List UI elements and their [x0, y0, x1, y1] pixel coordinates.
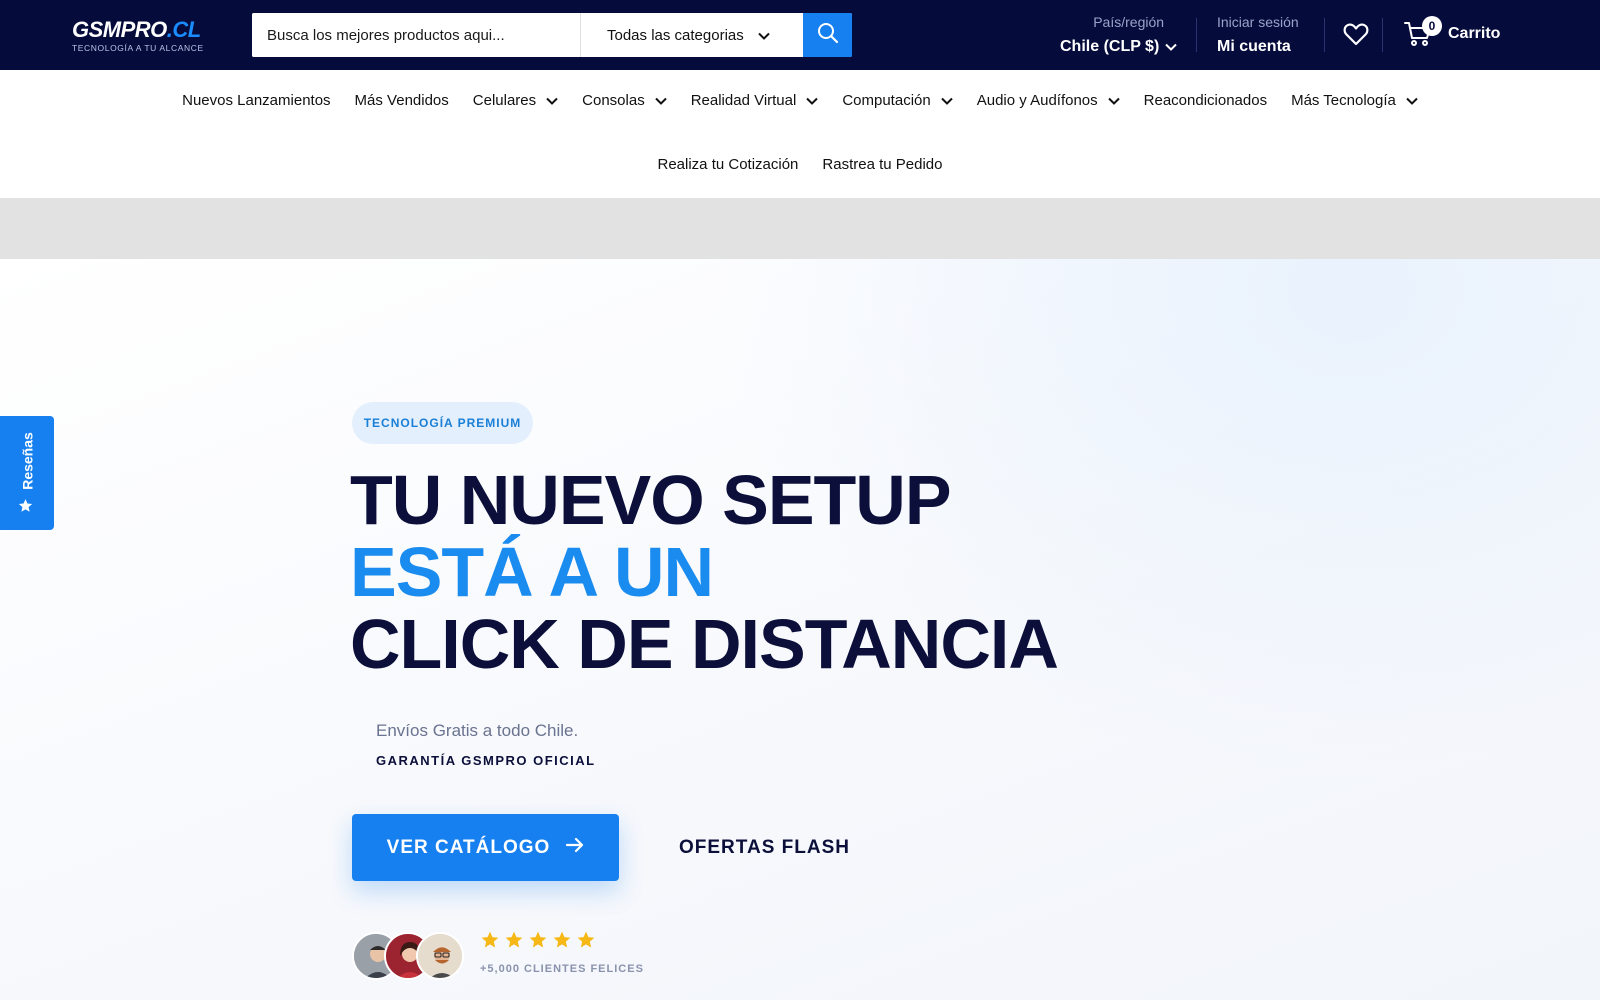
chevron-down-icon	[1165, 38, 1177, 56]
login-label: Iniciar sesión	[1217, 14, 1299, 30]
nav-item[interactable]: Más Tecnología	[1291, 92, 1418, 109]
region-selector[interactable]: País/región Chile (CLP $)	[1060, 14, 1177, 56]
chevron-down-icon	[654, 92, 667, 109]
cart-icon: 0	[1404, 16, 1442, 48]
nav-item-label: Celulares	[472, 92, 537, 109]
region-value: Chile (CLP $)	[1060, 38, 1160, 55]
header-divider	[1324, 18, 1325, 52]
nav-item[interactable]: Rastrea tu Pedido	[822, 156, 942, 173]
headline-line-2: ESTÁ A UN	[350, 533, 714, 611]
nav-item[interactable]: Realiza tu Cotización	[658, 156, 799, 173]
view-catalog-label: VER CATÁLOGO	[386, 836, 551, 858]
nav-item-label: Consolas	[582, 92, 645, 109]
arrow-right-icon	[566, 837, 584, 859]
nav-item-label: Realidad Virtual	[690, 92, 797, 109]
nav-item[interactable]: Reacondicionados	[1144, 92, 1267, 109]
nav-item[interactable]: Más Vendidos	[355, 92, 449, 109]
cart-button[interactable]: 0 Carrito	[1404, 16, 1501, 48]
view-catalog-button[interactable]: VER CATÁLOGO	[352, 814, 619, 881]
hero-badge: TECNOLOGÍA PREMIUM	[352, 402, 533, 444]
nav-item[interactable]: Audio y Audífonos	[977, 92, 1120, 109]
cart-count-badge: 0	[1422, 16, 1442, 36]
search-icon	[817, 22, 839, 49]
hero-section: TECNOLOGÍA PREMIUM TU NUEVO SETUP ESTÁ A…	[0, 259, 1600, 1000]
header-divider	[1196, 18, 1197, 52]
star-icon	[528, 930, 548, 955]
chevron-down-icon	[758, 27, 770, 44]
nav-item[interactable]: Computación	[842, 92, 953, 109]
chevron-down-icon	[1107, 92, 1120, 109]
flash-offers-link[interactable]: OFERTAS FLASH	[679, 837, 850, 859]
nav-item-label: Más Vendidos	[354, 92, 449, 109]
chevron-down-icon	[546, 92, 558, 109]
search-input[interactable]	[252, 13, 580, 57]
region-label: País/región	[1093, 14, 1165, 30]
header-divider	[1382, 18, 1383, 52]
category-select[interactable]: Todas las categorias	[580, 13, 803, 57]
rating-stars	[480, 930, 596, 955]
main-navigation: Nuevos Lanzamientos Más Vendidos Celulares…	[0, 70, 1600, 198]
wishlist-button[interactable]	[1343, 22, 1369, 51]
nav-item-label: Rastrea tu Pedido	[822, 156, 943, 173]
nav-row-secondary: Realiza tu Cotización Rastrea tu Pedido	[0, 156, 1600, 173]
star-icon	[552, 930, 572, 955]
search-button[interactable]	[803, 13, 852, 57]
chevron-down-icon	[806, 92, 819, 109]
search-bar: Todas las categorias	[252, 13, 852, 57]
headline-line-3: CLICK DE DISTANCIA	[350, 605, 1059, 683]
nav-item[interactable]: Consolas	[582, 92, 667, 109]
heart-icon	[1343, 23, 1369, 50]
nav-item[interactable]: Realidad Virtual	[691, 92, 819, 109]
hero-guarantee: GARANTÍA GSMPRO OFICIAL	[376, 753, 596, 768]
nav-item-label: Computación	[842, 92, 931, 109]
nav-item-label: Audio y Audífonos	[976, 92, 1098, 109]
reviews-tab-label: Reseñas	[19, 432, 35, 490]
cart-label: Carrito	[1448, 25, 1501, 42]
hero-subtitle: Envíos Gratis a todo Chile.	[376, 721, 579, 740]
headline-line-1: TU NUEVO SETUP	[350, 461, 952, 539]
star-icon	[18, 498, 37, 514]
nav-item-label: Reacondicionados	[1143, 92, 1268, 109]
hero-headline: TU NUEVO SETUP ESTÁ A UN CLICK DE DISTAN…	[350, 461, 1059, 683]
account-link[interactable]: Iniciar sesión Mi cuenta	[1217, 14, 1299, 56]
account-label: Mi cuenta	[1217, 38, 1291, 55]
site-logo[interactable]: GSMPRO.CL TECNOLOGÍA A TU ALCANCE	[72, 17, 204, 54]
customer-avatars	[352, 932, 464, 980]
logo-wordmark: GSMPRO.CL	[72, 17, 201, 42]
chevron-down-icon	[941, 92, 953, 109]
avatar	[416, 932, 464, 980]
announcement-bar	[0, 198, 1600, 259]
category-select-value: Todas las categorias	[607, 26, 744, 44]
reviews-side-tab[interactable]: Reseñas	[0, 416, 54, 530]
star-icon	[504, 930, 524, 955]
star-icon	[576, 930, 596, 955]
star-icon	[480, 930, 500, 955]
top-header: GSMPRO.CL TECNOLOGÍA A TU ALCANCE Todas …	[0, 0, 1600, 70]
nav-item-label: Realiza tu Cotización	[657, 156, 799, 173]
nav-item[interactable]: Celulares	[473, 92, 558, 109]
nav-row-primary: Nuevos Lanzamientos Más Vendidos Celulares…	[0, 92, 1600, 109]
nav-item-label: Nuevos Lanzamientos	[182, 92, 331, 109]
logo-tagline: TECNOLOGÍA A TU ALCANCE	[72, 43, 204, 53]
nav-item-label: Más Tecnología	[1291, 92, 1396, 109]
chevron-down-icon	[1406, 92, 1418, 109]
happy-customers-caption: +5,000 CLIENTES FELICES	[480, 963, 644, 975]
nav-item[interactable]: Nuevos Lanzamientos	[182, 92, 330, 109]
